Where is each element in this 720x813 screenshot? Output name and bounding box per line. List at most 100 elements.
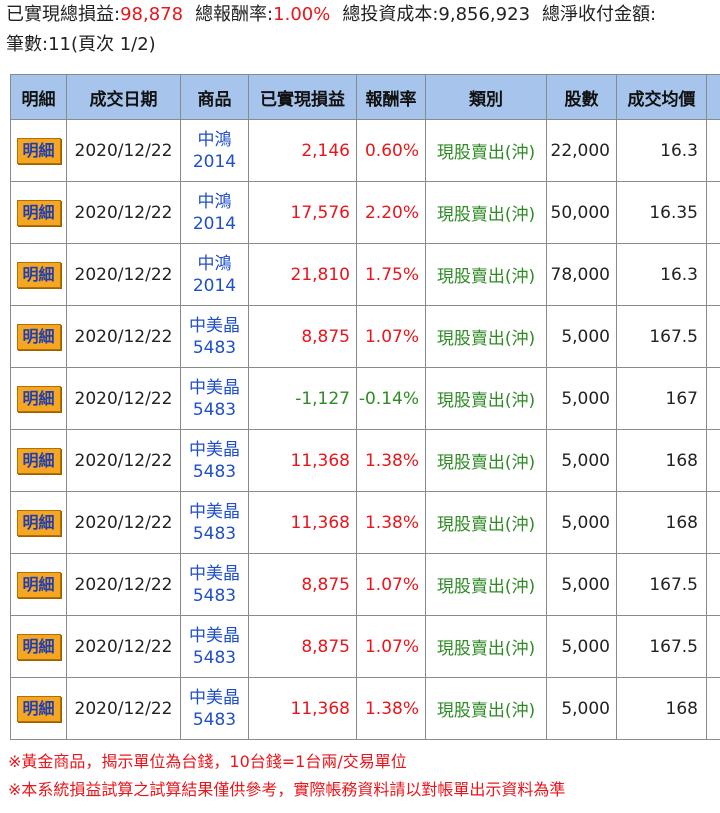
trade-date: 2020/12/22 [66,429,181,492]
column-header: 已實現損益 [248,74,357,120]
realized-pl: -1,127 [248,367,357,430]
return-rate: 1.75% [356,243,426,306]
product-link[interactable]: 中美晶 5483 [180,615,249,678]
detail-button[interactable]: 明細 [16,323,61,350]
share-count: 50,000 [546,181,617,244]
trade-category: 現股賣出(沖) [425,181,547,244]
product-name[interactable]: 中美晶 [181,625,248,647]
product-code[interactable]: 5483 [181,337,248,359]
return-rate: 2.20% [356,181,426,244]
trade-category: 現股賣出(沖) [425,553,547,616]
realized-pl: 11,368 [248,677,357,740]
table-row: 明細 2020/12/22 中美晶 5483 11,368 1.38% 現股賣出(沖) 5,0… [10,429,720,492]
table-row: 明細 2020/12/22 中鴻 2014 2,146 0.60% 現股賣出(沖) 22,00… [10,119,720,182]
product-name[interactable]: 中美晶 [181,439,248,461]
fee-cell [706,677,720,740]
detail-button[interactable]: 明細 [16,509,61,536]
trade-date: 2020/12/22 [66,181,181,244]
fee-cell [706,367,720,430]
product-name[interactable]: 中美晶 [181,501,248,523]
share-count: 5,000 [546,615,617,678]
detail-button[interactable]: 明細 [16,695,61,722]
product-name[interactable]: 中美晶 [181,563,248,585]
column-header: 費 [706,74,720,120]
trade-category: 現股賣出(沖) [425,429,547,492]
realized-pl: 8,875 [248,615,357,678]
trade-date: 2020/12/22 [66,615,181,678]
product-link[interactable]: 中鴻 2014 [180,119,249,182]
product-name[interactable]: 中鴻 [181,191,248,213]
product-name[interactable]: 中美晶 [181,687,248,709]
detail-button[interactable]: 明細 [16,137,61,164]
fee-cell [706,243,720,306]
share-count: 5,000 [546,553,617,616]
realized-pl: 8,875 [248,305,357,368]
detail-button[interactable]: 明細 [16,571,61,598]
share-count: 5,000 [546,305,617,368]
realized-pl: 21,810 [248,243,357,306]
product-code[interactable]: 5483 [181,585,248,607]
trade-date: 2020/12/22 [66,367,181,430]
product-code[interactable]: 2014 [181,151,248,173]
table-row: 明細 2020/12/22 中鴻 2014 21,810 1.75% 現股賣出(沖) 78,0… [10,243,720,306]
realized-pl: 8,875 [248,553,357,616]
realized-pl-label: 已實現總損益: [6,4,121,25]
product-link[interactable]: 中美晶 5483 [180,367,249,430]
realized-pl-value: 98,878 [120,4,184,25]
detail-button[interactable]: 明細 [16,447,61,474]
column-header: 股數 [546,74,617,120]
detail-cell: 明細 [10,305,67,368]
product-code[interactable]: 5483 [181,461,248,483]
return-rate: -0.14% [356,367,426,430]
detail-cell: 明細 [10,243,67,306]
trade-category: 現股賣出(沖) [425,119,547,182]
trade-date: 2020/12/22 [66,305,181,368]
share-count: 5,000 [546,429,617,492]
share-count: 22,000 [546,119,617,182]
fee-cell [706,305,720,368]
avg-price: 168 [616,677,707,740]
avg-price: 16.35 [616,181,707,244]
product-name[interactable]: 中鴻 [181,253,248,275]
product-link[interactable]: 中美晶 5483 [180,677,249,740]
product-name[interactable]: 中美晶 [181,315,248,337]
detail-button[interactable]: 明細 [16,199,61,226]
detail-button[interactable]: 明細 [16,385,61,412]
product-code[interactable]: 5483 [181,399,248,421]
detail-cell: 明細 [10,677,67,740]
table-body: 明細 2020/12/22 中鴻 2014 2,146 0.60% 現股賣出(沖) 22,00… [10,119,720,740]
realized-pl: 17,576 [248,181,357,244]
detail-cell: 明細 [10,181,67,244]
product-code[interactable]: 5483 [181,647,248,669]
share-count: 5,000 [546,677,617,740]
trade-table-container[interactable]: 明細成交日期商品已實現損益報酬率類別股數成交均價費 明細2020/12/22中鴻… [10,74,720,740]
product-link[interactable]: 中鴻 2014 [180,243,249,306]
column-header: 類別 [425,74,547,120]
product-code[interactable]: 2014 [181,213,248,235]
product-link[interactable]: 中美晶 5483 [180,553,249,616]
footnote-gold: ※黃金商品，揭示單位為台錢，10台錢=1台兩/交易單位 [8,752,407,771]
product-code[interactable]: 2014 [181,275,248,297]
product-link[interactable]: 中美晶 5483 [180,305,249,368]
detail-button[interactable]: 明細 [16,261,61,288]
fee-cell [706,615,720,678]
product-code[interactable]: 5483 [181,709,248,731]
share-count: 78,000 [546,243,617,306]
detail-cell: 明細 [10,553,67,616]
product-link[interactable]: 中鴻 2014 [180,181,249,244]
avg-price: 167.5 [616,553,707,616]
table-row: 明細 2020/12/22 中鴻 2014 17,576 2.20% 現股賣出(沖) 50,0… [10,181,720,244]
product-link[interactable]: 中美晶 5483 [180,429,249,492]
return-rate: 1.38% [356,429,426,492]
footnotes: ※黃金商品，揭示單位為台錢，10台錢=1台兩/交易單位 ※本系統損益試算之試算結… [8,748,565,804]
avg-price: 16.3 [616,243,707,306]
realized-pl: 2,146 [248,119,357,182]
trade-date: 2020/12/22 [66,677,181,740]
fee-cell [706,181,720,244]
detail-button[interactable]: 明細 [16,633,61,660]
product-code[interactable]: 5483 [181,523,248,545]
product-name[interactable]: 中美晶 [181,377,248,399]
realized-pl: 11,368 [248,429,357,492]
product-name[interactable]: 中鴻 [181,129,248,151]
product-link[interactable]: 中美晶 5483 [180,491,249,554]
